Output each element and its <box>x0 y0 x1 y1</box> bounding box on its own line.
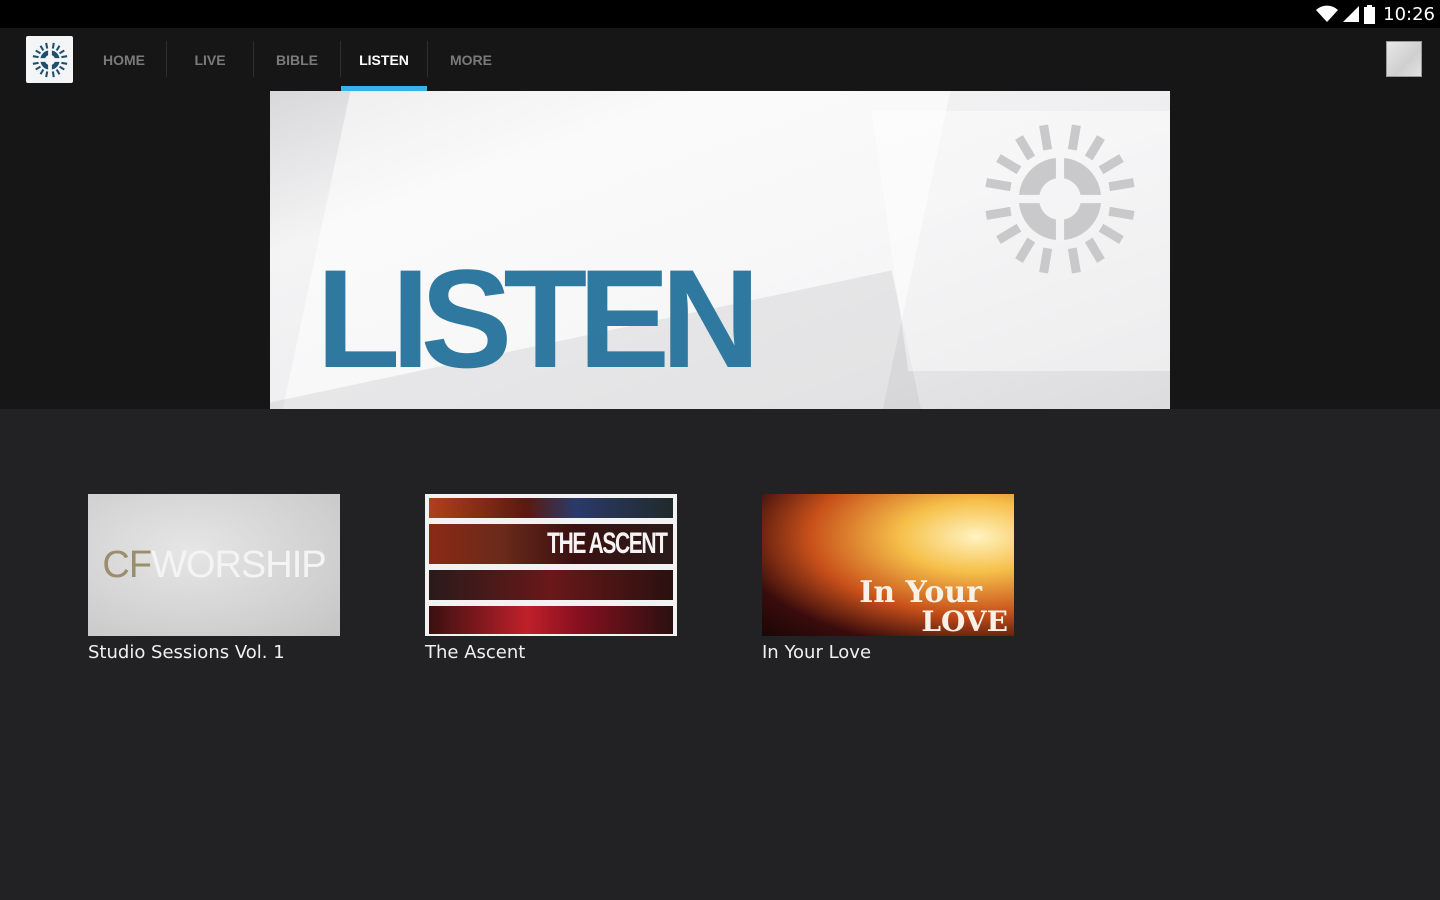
cover-decor <box>429 606 673 634</box>
logo-icon <box>32 42 67 77</box>
tab-label: LISTEN <box>359 51 409 68</box>
battery-icon <box>1364 4 1376 24</box>
hero-logo-icon <box>985 124 1135 274</box>
tab-label: BIBLE <box>276 51 318 68</box>
album-title: In Your Love <box>762 642 872 663</box>
action-bar: HOME LIVE BIBLE LISTEN MORE <box>0 28 1440 91</box>
hero-title: LISTEN <box>316 240 760 397</box>
tab-more[interactable]: MORE <box>428 28 514 91</box>
tab-label: HOME <box>103 51 145 68</box>
status-time: 10:26 <box>1383 3 1435 25</box>
tab-label: MORE <box>450 51 492 68</box>
album-title: The Ascent <box>425 642 526 663</box>
signal-icon <box>1343 6 1360 22</box>
tab-bible[interactable]: BIBLE <box>254 28 340 91</box>
status-bar: 10:26 <box>0 0 1440 28</box>
wifi-icon <box>1316 5 1339 22</box>
tab-label: LIVE <box>194 51 226 68</box>
user-avatar[interactable] <box>1386 41 1422 77</box>
album-cover: THE ASCENT <box>425 494 677 636</box>
album-item[interactable]: In Your LOVE In Your Love <box>762 494 1014 663</box>
cover-decor: THE ASCENT <box>429 524 673 564</box>
cover-text: In Your LOVE <box>859 575 1008 636</box>
album-cover: In Your LOVE <box>762 494 1014 636</box>
album-item[interactable]: THE ASCENT The Ascent <box>425 494 677 663</box>
tab-home[interactable]: HOME <box>82 28 166 91</box>
album-grid: CFWORSHIP Studio Sessions Vol. 1 THE ASC… <box>88 494 1014 663</box>
app-logo[interactable] <box>26 36 73 83</box>
album-item[interactable]: CFWORSHIP Studio Sessions Vol. 1 <box>88 494 340 663</box>
tab-listen[interactable]: LISTEN <box>341 28 427 91</box>
hero-banner: LISTEN <box>270 91 1170 409</box>
album-cover: CFWORSHIP <box>88 494 340 636</box>
cover-decor <box>429 570 673 600</box>
cover-text: CFWORSHIP <box>102 543 326 586</box>
album-title: Studio Sessions Vol. 1 <box>88 642 285 663</box>
tab-live[interactable]: LIVE <box>167 28 253 91</box>
cover-decor <box>429 498 673 518</box>
nav-tabs: HOME LIVE BIBLE LISTEN MORE <box>82 28 514 91</box>
status-icons: 10:26 <box>1316 0 1435 28</box>
cover-text: THE ASCENT <box>547 527 669 560</box>
